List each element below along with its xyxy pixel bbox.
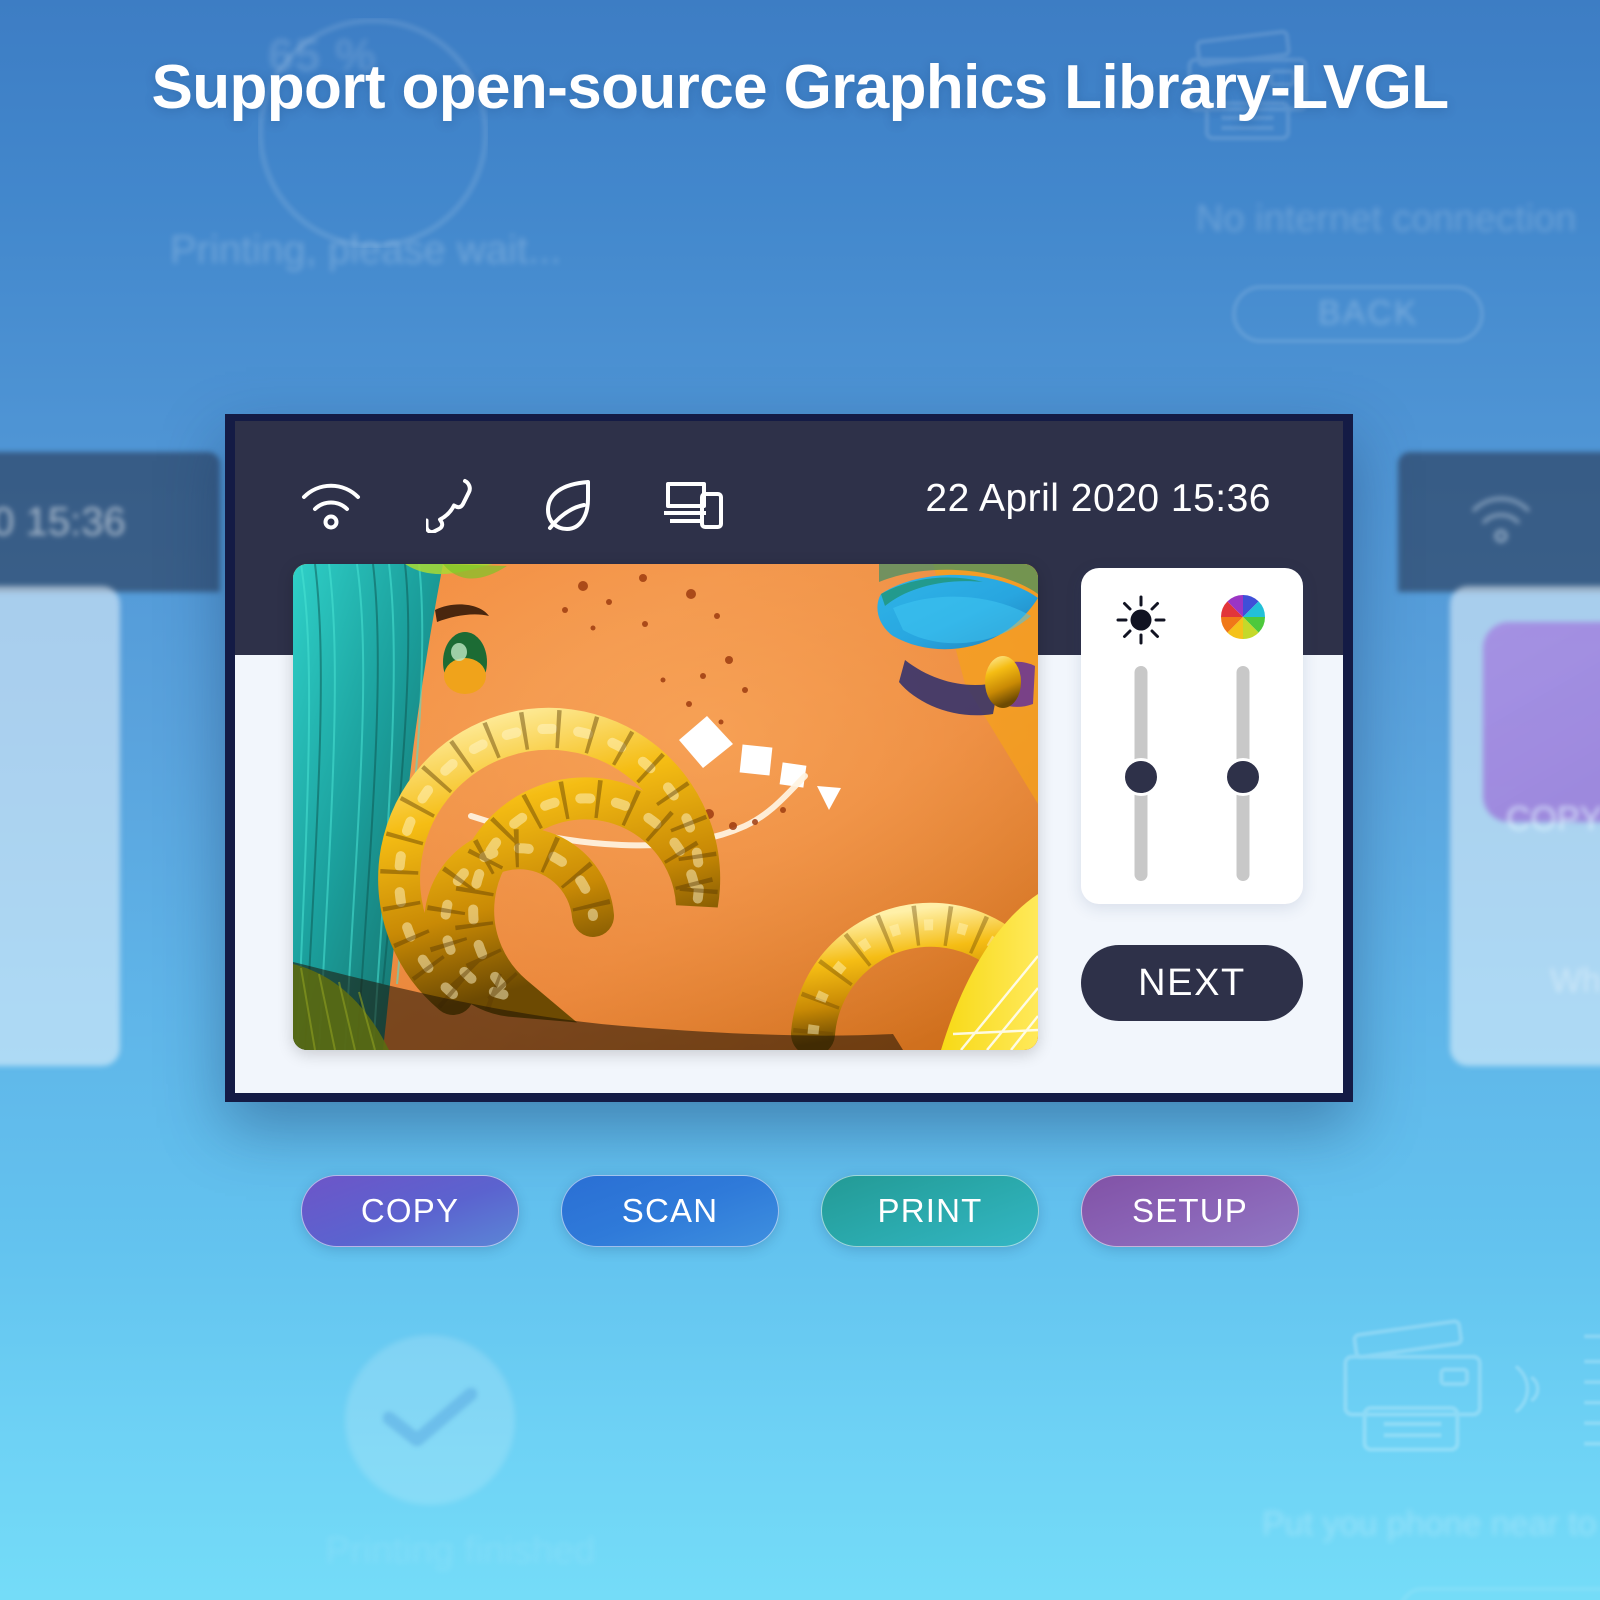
brightness-knob[interactable] [1122,758,1160,796]
brightness-slider[interactable] [1091,568,1191,904]
adjust-panel [1081,568,1303,904]
action-pill-group: COPY SCAN PRINT SETUP [0,1175,1600,1247]
copy-button[interactable]: COPY [301,1175,519,1247]
ghost-printing-finished-text: Printing finished [325,1530,596,1572]
ghost-printing-wait-text: Printing, please wait... [170,228,562,272]
ghost-put-phone-text: Put you phone near to [1262,1505,1597,1543]
ghost-right-wh-label: Wh [1550,962,1600,1000]
ghost-hand-icon [1584,1334,1600,1446]
ghost-scanner-icon [1343,1319,1482,1452]
ghost-no-internet-text: No internet connection [1196,198,1577,240]
ghost-check-icon [383,1388,477,1446]
wifi-icon[interactable] [300,480,362,530]
device-link-icon[interactable] [662,478,724,532]
color-wheel-icon [1220,594,1266,645]
sun-icon [1115,594,1167,651]
page-title: Support open-source Graphics Library-LVG… [151,53,1449,122]
leaf-icon[interactable] [542,477,598,533]
status-icon-group [300,477,724,533]
color-slider[interactable] [1193,568,1293,904]
scan-button[interactable]: SCAN [561,1175,779,1247]
print-button[interactable]: PRINT [821,1175,1039,1247]
preview-image[interactable] [293,564,1038,1050]
color-knob[interactable] [1224,758,1262,796]
next-button[interactable]: NEXT [1081,945,1303,1021]
ghost-back-label: BACK [1318,294,1419,332]
ghost-right-device-panel: COPY Wh [1398,452,1600,1072]
ghost-bottom-card [1400,1588,1600,1600]
ghost-wifi-icon [1472,497,1530,543]
ghost-right-copy-label: COPY [1506,800,1600,838]
status-datetime: 22 April 2020 15:36 [925,477,1271,520]
ghost-left-device-panel: 20 15:36 TUP [0,452,220,1072]
device-screen: 22 April 2020 15:36 NEXT [235,421,1343,1093]
device-frame: 22 April 2020 15:36 NEXT [225,414,1353,1102]
phone-icon[interactable] [426,477,478,533]
setup-button[interactable]: SETUP [1081,1175,1299,1247]
ghost-left-time: 20 15:36 [0,500,126,544]
ghost-nfc-wave-icon [1515,1365,1540,1413]
ghost-left-card [0,586,120,1066]
ghost-right-copy-tile [1483,622,1600,822]
